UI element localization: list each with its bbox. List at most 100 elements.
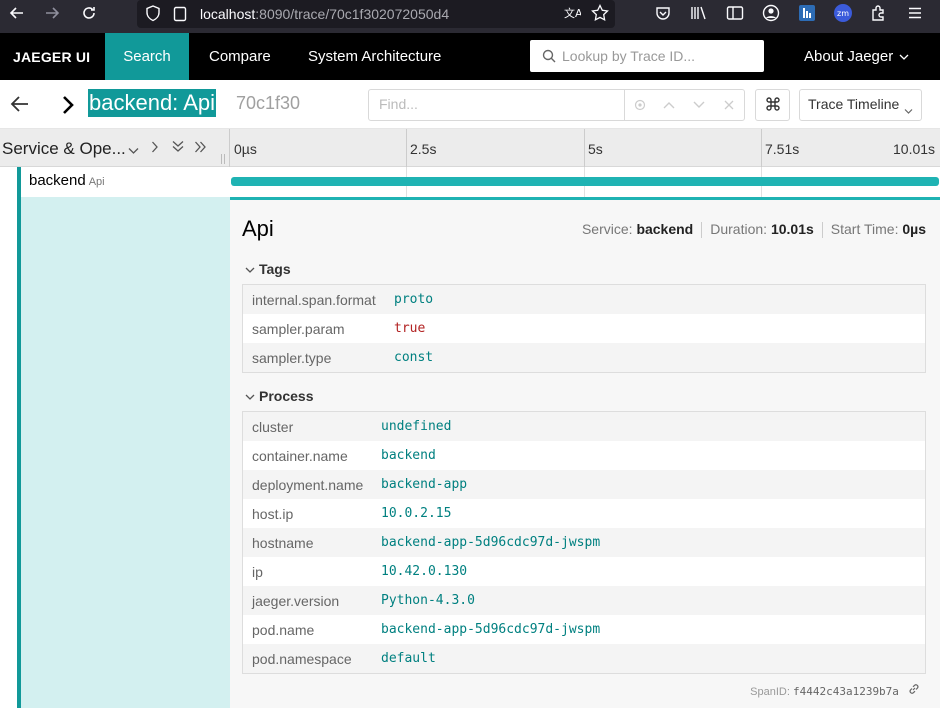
tick-label: 2.5s	[410, 141, 437, 157]
translate-icon[interactable]: 文A	[560, 1, 584, 25]
process-value: backend-app-5d96cdc97d-jwspm	[381, 622, 601, 637]
resize-handle-icon[interactable]	[220, 151, 226, 167]
span-operation: Api	[88, 176, 105, 188]
tags-table: internal.span.format proto sampler.param…	[242, 284, 926, 373]
chevron-down-icon	[899, 48, 909, 65]
collapse-chevron-icon[interactable]	[60, 94, 76, 119]
browser-toolbar: localhost:8090/trace/70c1f302072050d4 文A…	[0, 0, 940, 33]
reload-icon[interactable]	[77, 1, 101, 25]
sidebar-icon[interactable]	[723, 1, 747, 25]
svg-text:zm: zm	[837, 9, 849, 18]
table-row: host.ip 10.0.2.15	[243, 499, 925, 528]
process-key: pod.name	[252, 621, 315, 638]
span-service: backend	[29, 172, 86, 189]
span-id: SpanID: f4442c43a1239b7a	[750, 683, 920, 698]
table-row: pod.name backend-app-5d96cdc97d-jwspm	[243, 615, 925, 644]
url-bar[interactable]: localhost:8090/trace/70c1f302072050d4	[137, 0, 615, 28]
collapse-all-icon[interactable]	[172, 140, 184, 156]
collapse-one-icon[interactable]	[128, 142, 139, 158]
bookmark-star-icon[interactable]	[588, 1, 612, 25]
tag-key: sampler.param	[252, 320, 345, 337]
span-meta: Service: backend Duration: 10.01s Start …	[582, 221, 926, 238]
about-label: About Jaeger	[804, 48, 894, 65]
process-key: pod.namespace	[252, 650, 352, 667]
process-key: ip	[252, 563, 263, 580]
table-row: sampler.param true	[243, 314, 925, 343]
table-row: cluster undefined	[243, 412, 925, 441]
span-detail-title: Api	[242, 216, 274, 241]
process-value: backend	[381, 448, 436, 463]
table-row: hostname backend-app-5d96cdc97d-jwspm	[243, 528, 925, 557]
tags-section-toggle[interactable]: Tags	[245, 261, 291, 277]
tick-label: 7.51s	[765, 141, 800, 157]
find-bar: Find...	[368, 89, 745, 121]
pocket-icon[interactable]	[651, 1, 675, 25]
table-row: deployment.name backend-app	[243, 470, 925, 499]
table-row: sampler.type const	[243, 343, 925, 372]
process-value: backend-app	[381, 477, 468, 492]
keyboard-shortcuts-button[interactable]	[755, 89, 790, 121]
library-icon[interactable]	[687, 1, 711, 25]
extensions-icon[interactable]	[867, 1, 891, 25]
duration-meta: Duration: 10.01s	[710, 221, 814, 237]
trace-id-lookup-input[interactable]: Lookup by Trace ID...	[530, 40, 764, 72]
tag-value: const	[394, 350, 434, 365]
find-input[interactable]: Find...	[369, 90, 625, 120]
menu-icon[interactable]	[903, 1, 927, 25]
tag-key: internal.span.format	[252, 291, 376, 308]
extension-blue-icon[interactable]	[795, 1, 819, 25]
lookup-placeholder: Lookup by Trace ID...	[562, 48, 696, 64]
process-section-toggle[interactable]: Process	[245, 388, 313, 404]
process-value: default	[381, 651, 436, 666]
span-detail-panel: Api Service: backend Duration: 10.01s St…	[230, 197, 940, 708]
column-label: Service & Ope...	[2, 139, 126, 158]
process-key: cluster	[252, 418, 294, 435]
table-row: internal.span.format proto	[243, 285, 925, 314]
brand-logo[interactable]: JAEGER UI	[13, 33, 90, 80]
nav-compare[interactable]: Compare	[209, 33, 271, 80]
shield-icon[interactable]	[145, 5, 161, 25]
service-meta: Service: backend	[581, 221, 694, 237]
back-icon[interactable]	[5, 1, 29, 25]
link-icon[interactable]	[908, 684, 920, 698]
tags-label: Tags	[259, 261, 291, 277]
span-id-value: f4442c43a1239b7a	[792, 685, 899, 698]
process-value: 10.42.0.130	[381, 564, 468, 579]
top-nav: JAEGER UI Search Compare System Architec…	[0, 33, 940, 80]
tick-line	[584, 129, 585, 167]
tag-key: sampler.type	[252, 349, 332, 366]
nav-search[interactable]: Search	[105, 33, 189, 80]
back-arrow-icon[interactable]	[10, 94, 30, 117]
process-key: host.ip	[252, 505, 294, 522]
process-value: 10.0.2.15	[381, 506, 452, 521]
tick-label: 5s	[588, 141, 603, 157]
tag-value: true	[394, 321, 426, 336]
table-row: container.name backend	[243, 441, 925, 470]
tick-line	[406, 129, 407, 167]
nav-about-jaeger[interactable]: About Jaeger	[804, 33, 909, 80]
command-icon	[765, 96, 781, 115]
process-label: Process	[259, 388, 314, 404]
clear-find-icon[interactable]	[714, 90, 744, 120]
tick-label: 10.01s	[893, 141, 936, 157]
span-row[interactable]: backend Api	[0, 167, 940, 197]
view-mode-select[interactable]: Trace Timeline	[799, 89, 922, 121]
next-match-icon[interactable]	[684, 90, 714, 120]
tag-value: proto	[394, 292, 434, 307]
process-table: cluster undefined container.name backend d…	[242, 411, 926, 674]
span-name[interactable]: backend Api	[17, 167, 229, 197]
prev-match-icon[interactable]	[655, 90, 685, 120]
process-key: container.name	[252, 447, 348, 464]
locate-icon[interactable]	[625, 90, 655, 120]
nav-system-architecture[interactable]: System Architecture	[308, 33, 441, 80]
expand-all-icon[interactable]	[194, 140, 207, 156]
url-text: localhost:8090/trace/70c1f302072050d4	[200, 6, 450, 22]
process-value: backend-app-5d96cdc97d-jwspm	[381, 535, 601, 550]
account-icon[interactable]	[759, 1, 783, 25]
span-duration-bar[interactable]	[231, 177, 939, 186]
zoom-extension-icon[interactable]: zm	[831, 1, 855, 25]
tick-label: 0µs	[234, 141, 257, 157]
svg-text:文A: 文A	[564, 6, 581, 20]
expand-one-icon[interactable]	[151, 140, 159, 156]
forward-icon[interactable]	[40, 1, 64, 25]
